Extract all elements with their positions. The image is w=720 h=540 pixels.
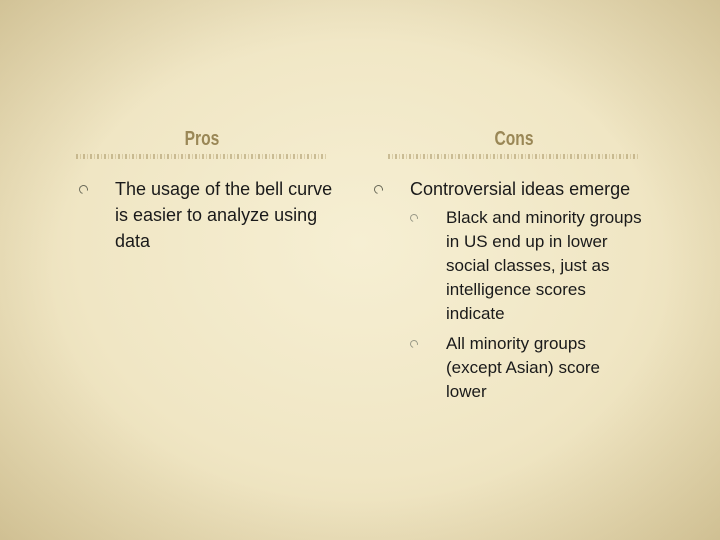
cons-subitem-text: Black and minority groups in US end up i… [446,208,642,323]
circle-bullet-icon [408,338,420,350]
cons-item: Controversial ideas emerge Black and min… [372,176,644,404]
circle-bullet-icon [77,183,90,196]
cons-sublist: Black and minority groups in US end up i… [408,206,644,404]
cons-subitem: All minority groups (except Asian) score… [408,332,644,404]
circle-bullet-icon [372,183,385,196]
pros-item-text: The usage of the bell curve is easier to… [115,179,333,251]
cons-subitem: Black and minority groups in US end up i… [408,206,644,326]
cons-list: Controversial ideas emerge Black and min… [372,176,644,404]
pros-heading: Pros [184,128,220,150]
pros-divider [76,154,328,159]
pros-list: The usage of the bell curve is easier to… [77,176,339,254]
cons-heading: Cons [494,128,534,150]
cons-subitem-text: All minority groups (except Asian) score… [446,334,601,401]
pros-item: The usage of the bell curve is easier to… [77,176,339,254]
cons-item-text: Controversial ideas emerge [410,179,631,199]
cons-divider [388,154,640,159]
circle-bullet-icon [408,212,420,224]
